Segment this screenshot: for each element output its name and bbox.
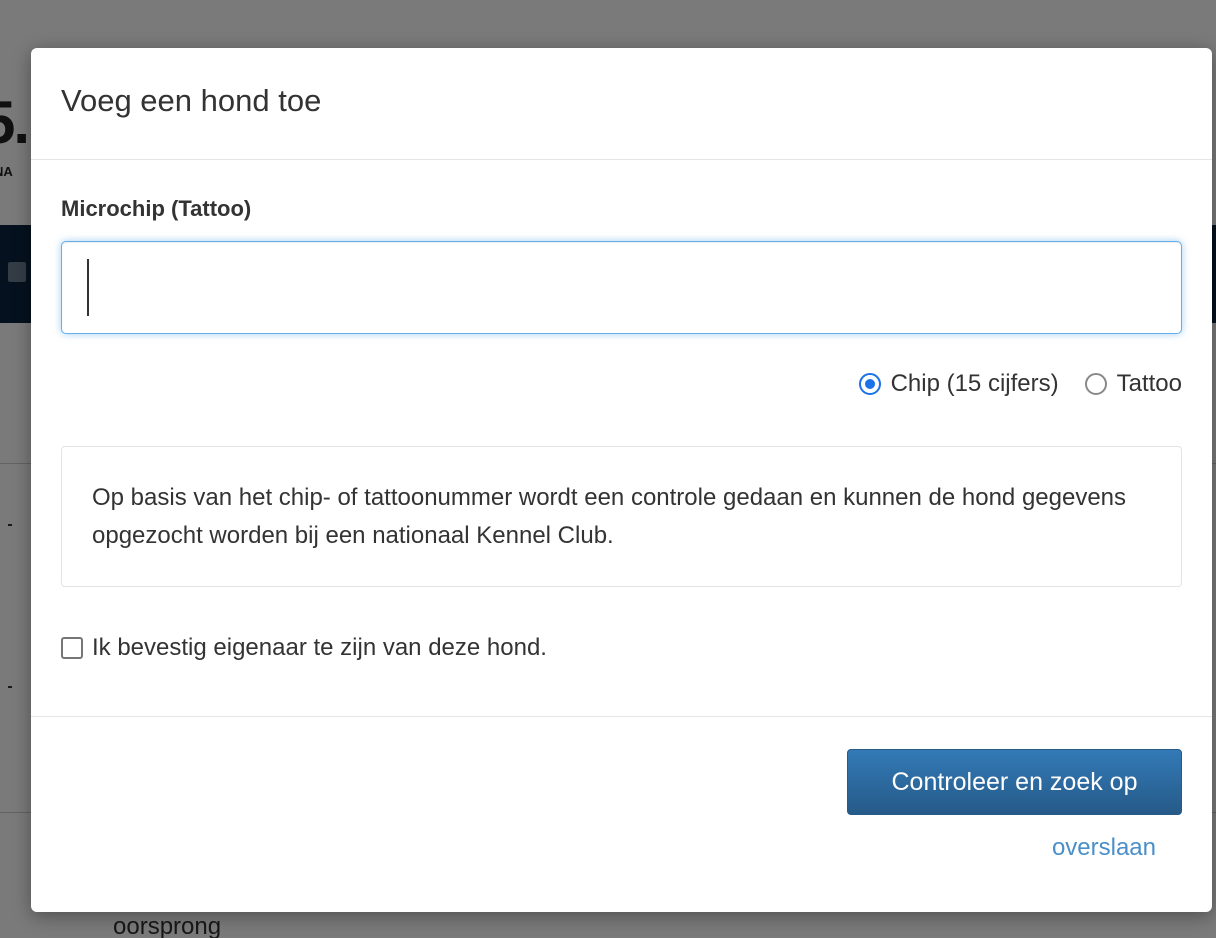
radio-chip[interactable]: Chip (15 cijfers) xyxy=(858,370,1059,398)
info-box: Op basis van het chip- of tattoonummer w… xyxy=(61,446,1182,587)
radio-chip-button[interactable] xyxy=(858,373,881,395)
confirm-owner-label: Ik bevestig eigenaar te zijn van deze ho… xyxy=(92,634,547,661)
text-caret xyxy=(87,259,89,316)
radio-tattoo-label: Tattoo xyxy=(1116,370,1182,397)
microchip-input[interactable] xyxy=(61,241,1182,334)
microchip-label: Microchip (Tattoo) xyxy=(61,196,252,221)
confirm-owner[interactable]: Ik bevestig eigenaar te zijn van deze ho… xyxy=(61,634,547,662)
radio-tattoo[interactable]: Tattoo xyxy=(1084,370,1182,398)
radio-tattoo-button[interactable] xyxy=(1084,373,1107,395)
add-dog-modal: Voeg een hond toe Microchip (Tattoo) Chi… xyxy=(31,48,1212,912)
chip-type-radio-group: Chip (15 cijfers) Tattoo xyxy=(858,370,1182,398)
info-text: Op basis van het chip- of tattoonummer w… xyxy=(92,484,1127,549)
modal-title: Voeg een hond toe xyxy=(61,83,322,118)
skip-link[interactable]: overslaan xyxy=(1052,834,1156,862)
radio-chip-label: Chip (15 cijfers) xyxy=(890,370,1059,397)
modal-footer-divider xyxy=(31,716,1212,717)
confirm-owner-checkbox[interactable] xyxy=(61,637,83,659)
modal-header: Voeg een hond toe xyxy=(31,48,1212,160)
check-and-search-button[interactable]: Controleer en zoek op xyxy=(847,749,1182,815)
